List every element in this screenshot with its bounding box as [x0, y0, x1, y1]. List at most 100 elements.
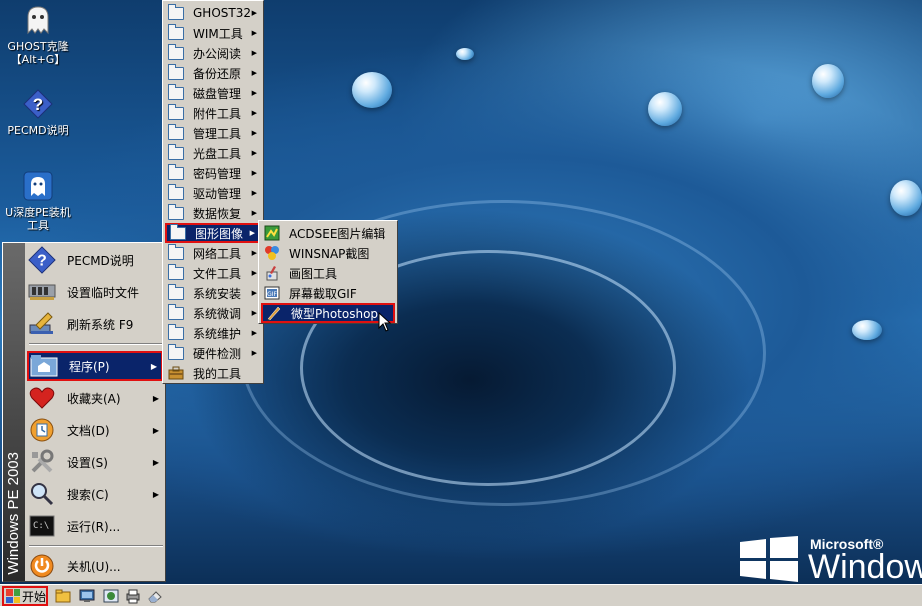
- heart-icon: [27, 383, 57, 413]
- graphics-item-label: 微型Photoshop: [291, 306, 379, 321]
- graphics-item-paint[interactable]: 画图工具: [261, 263, 395, 283]
- start-item-label: 设置临时文件: [67, 285, 140, 300]
- start-item-label: 搜索(C): [67, 487, 109, 502]
- photoshop-brush-icon: [265, 305, 283, 321]
- folder-icon: [167, 183, 185, 201]
- winsnap-icon: [263, 245, 281, 261]
- start-item-favorites[interactable]: 收藏夹(A) ▶: [27, 383, 163, 413]
- programs-submenu: GHOST32 ▶ WIM工具 ▶ 办公阅读 ▶ 备份还原 ▶ 磁盘管理 ▶ 附件工具 ▶ …: [162, 0, 264, 384]
- start-item-programs[interactable]: 程序(P) ▶: [27, 351, 163, 381]
- start-button[interactable]: 开始: [2, 586, 48, 606]
- programs-item-tweak[interactable]: 系统微调 ▶: [165, 303, 261, 323]
- programs-item-maintenance[interactable]: 系统维护 ▶: [165, 323, 261, 343]
- folder-icon: [167, 163, 185, 181]
- quicklaunch-eraser-icon[interactable]: [146, 587, 164, 605]
- programs-item-accessories[interactable]: 附件工具 ▶: [165, 103, 261, 123]
- programs-item-disk[interactable]: 磁盘管理 ▶: [165, 83, 261, 103]
- programs-item-recovery[interactable]: 数据恢复 ▶: [165, 203, 261, 223]
- submenu-arrow-icon: ▶: [251, 109, 257, 117]
- toolbox-icon: [167, 365, 185, 381]
- graphics-item-winsnap[interactable]: WINSNAP截图: [261, 243, 395, 263]
- programs-item-label: 密码管理: [193, 166, 242, 181]
- start-item-run[interactable]: C:\ 运行(R)...: [27, 511, 163, 541]
- folder-icon: [167, 103, 185, 121]
- desktop-icon-label: U深度PE装机: [5, 206, 71, 219]
- quicklaunch-folder-icon[interactable]: [54, 587, 72, 605]
- quicklaunch-desktop-icon[interactable]: [78, 587, 96, 605]
- programs-item-graphics[interactable]: 图形图像 ▶: [165, 223, 261, 243]
- folder-icon: [167, 203, 185, 221]
- start-menu-banner: Windows PE 2003: [3, 243, 25, 581]
- svg-text:?: ?: [37, 253, 47, 270]
- start-item-refresh[interactable]: 刷新系统 F9: [27, 309, 163, 339]
- quicklaunch-printer-icon[interactable]: [124, 587, 142, 605]
- start-item-label: 设置(S): [67, 455, 108, 470]
- programs-icon: [29, 351, 59, 381]
- programs-item-label: 系统微调: [193, 306, 242, 321]
- start-item-settings[interactable]: 设置(S) ▶: [27, 447, 163, 477]
- graphics-item-acdsee[interactable]: ACDSEE图片编辑: [261, 223, 395, 243]
- programs-item-admin[interactable]: 管理工具 ▶: [165, 123, 261, 143]
- folder-icon: [167, 43, 185, 61]
- programs-item-label: 光盘工具: [193, 146, 242, 161]
- submenu-arrow-icon: ▶: [152, 425, 159, 435]
- folder-icon: [167, 283, 185, 301]
- acdsee-icon: [263, 225, 281, 241]
- programs-item-ghost32[interactable]: GHOST32 ▶: [165, 3, 261, 23]
- submenu-arrow-icon: ▶: [152, 393, 159, 403]
- run-icon: C:\: [27, 511, 57, 541]
- desktop-icon-pecmd[interactable]: ? PECMD说明: [0, 88, 76, 137]
- submenu-arrow-icon: ▶: [251, 329, 257, 337]
- start-menu: Windows PE 2003 ? PECMD说明 设置临时文件 刷新系统 F9…: [2, 242, 166, 582]
- programs-item-label: 硬件检测: [193, 346, 242, 361]
- refresh-paint-icon: [27, 309, 57, 339]
- programs-item-backup[interactable]: 备份还原 ▶: [165, 63, 261, 83]
- folder-icon: [167, 303, 185, 321]
- submenu-arrow-icon: ▶: [251, 49, 257, 57]
- programs-item-password[interactable]: 密码管理 ▶: [165, 163, 261, 183]
- folder-icon: [167, 143, 185, 161]
- programs-item-mytools[interactable]: 我的工具: [165, 363, 261, 383]
- start-item-temp-files[interactable]: 设置临时文件: [27, 277, 163, 307]
- quicklaunch-explorer-icon[interactable]: [102, 587, 120, 605]
- start-item-pecmd-help[interactable]: ? PECMD说明: [27, 245, 163, 275]
- programs-item-label: 系统安装: [193, 286, 242, 301]
- desktop-icon-ghost[interactable]: GHOST克隆 【Alt+G】: [0, 4, 76, 66]
- windows-logo-icon: [738, 536, 800, 584]
- water-drop: [352, 72, 392, 108]
- start-item-shutdown[interactable]: 关机(U)...: [27, 551, 163, 581]
- graphics-submenu: ACDSEE图片编辑 WINSNAP截图 画图工具 GIF 屏幕截取GIF 微型…: [258, 220, 398, 324]
- settings-icon: [27, 447, 57, 477]
- submenu-arrow-icon: ▶: [152, 489, 159, 499]
- graphics-item-label: WINSNAP截图: [289, 246, 370, 261]
- programs-item-install[interactable]: 系统安装 ▶: [165, 283, 261, 303]
- programs-item-label: WIM工具: [193, 26, 243, 41]
- documents-icon: [27, 415, 57, 445]
- taskbar: 开始: [0, 584, 922, 606]
- submenu-arrow-icon: ▶: [251, 349, 257, 357]
- folder-icon: [169, 223, 187, 241]
- water-drop: [852, 320, 882, 340]
- start-item-label: 刷新系统 F9: [67, 317, 134, 332]
- start-item-label: 运行(R)...: [67, 519, 121, 534]
- paint-icon: [263, 265, 281, 281]
- programs-item-label: 附件工具: [193, 106, 242, 121]
- start-item-search[interactable]: 搜索(C) ▶: [27, 479, 163, 509]
- programs-item-hardware[interactable]: 硬件检测 ▶: [165, 343, 261, 363]
- programs-item-driver[interactable]: 驱动管理 ▶: [165, 183, 261, 203]
- graphics-item-gif-capture[interactable]: GIF 屏幕截取GIF: [261, 283, 395, 303]
- programs-item-office[interactable]: 办公阅读 ▶: [165, 43, 261, 63]
- start-item-documents[interactable]: 文档(D) ▶: [27, 415, 163, 445]
- desktop-icon-label: 工具: [27, 219, 49, 232]
- mouse-cursor-icon: [378, 311, 392, 335]
- programs-item-disc[interactable]: 光盘工具 ▶: [165, 143, 261, 163]
- start-item-label: 文档(D): [67, 423, 110, 438]
- graphics-item-photoshop[interactable]: 微型Photoshop: [261, 303, 395, 323]
- svg-text:C:\: C:\: [33, 521, 49, 531]
- programs-item-label: 办公阅读: [193, 46, 242, 61]
- desktop-icon-installer[interactable]: U深度PE装机 工具: [0, 170, 76, 232]
- programs-item-network[interactable]: 网络工具 ▶: [165, 243, 261, 263]
- submenu-arrow-icon: ▶: [152, 457, 159, 467]
- programs-item-file[interactable]: 文件工具 ▶: [165, 263, 261, 283]
- programs-item-wim[interactable]: WIM工具 ▶: [165, 23, 261, 43]
